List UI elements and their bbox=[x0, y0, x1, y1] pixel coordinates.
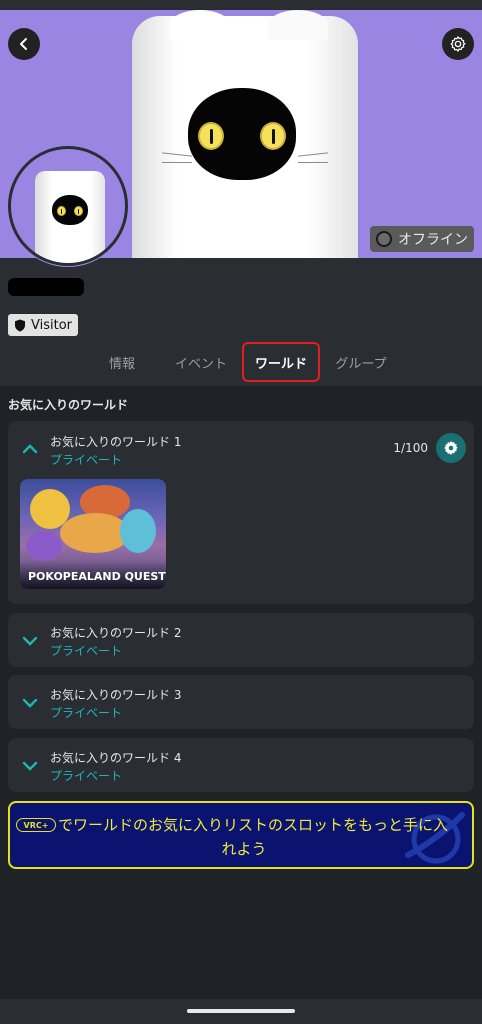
banner-avatar-image bbox=[132, 10, 358, 258]
world-card[interactable]: POKOPEALAND QUEST bbox=[20, 479, 166, 589]
status-label: オフライン bbox=[398, 232, 468, 248]
settings-gear-icon bbox=[444, 440, 458, 456]
trust-rank-badge: Visitor bbox=[8, 314, 78, 336]
favorite-group-title: お気に入りのワールド 4 bbox=[50, 751, 182, 765]
home-indicator[interactable] bbox=[187, 1009, 295, 1013]
favorite-group-visibility: プライベート bbox=[50, 706, 123, 720]
favorite-count: 1/100 bbox=[393, 441, 428, 455]
tab-events[interactable]: イベント bbox=[166, 342, 236, 382]
chevron-down-icon[interactable] bbox=[22, 697, 38, 709]
chevron-down-icon[interactable] bbox=[22, 760, 38, 772]
bottom-bar bbox=[0, 999, 482, 1024]
settings-button[interactable] bbox=[442, 28, 474, 60]
group-settings-button[interactable] bbox=[436, 433, 466, 463]
favorite-group-4[interactable]: お気に入りのワールド 4 プライベート bbox=[8, 738, 474, 792]
favorite-group-visibility: プライベート bbox=[50, 453, 123, 467]
shield-icon bbox=[15, 319, 25, 331]
profile-tabs: 情報 イベント ワールド グループ bbox=[0, 342, 482, 382]
chevron-down-icon[interactable] bbox=[22, 635, 38, 647]
tab-worlds[interactable]: ワールド bbox=[242, 342, 320, 382]
favorite-group-title: お気に入りのワールド 2 bbox=[50, 626, 182, 640]
username-redacted bbox=[8, 278, 84, 296]
favorite-group-3[interactable]: お気に入りのワールド 3 プライベート bbox=[8, 675, 474, 729]
rank-label: Visitor bbox=[31, 317, 72, 333]
back-icon bbox=[20, 38, 27, 50]
favorite-group-title[interactable]: お気に入りのワールド 1 bbox=[50, 433, 181, 450]
section-title: お気に入りのワールド bbox=[8, 398, 129, 412]
favorite-group-title: お気に入りのワールド 3 bbox=[50, 688, 182, 702]
status-badge: オフライン bbox=[370, 226, 474, 252]
tab-groups[interactable]: グループ bbox=[326, 342, 396, 382]
chevron-up-icon[interactable] bbox=[22, 443, 38, 455]
favorite-group-visibility: プライベート bbox=[50, 644, 123, 658]
favorite-group-2[interactable]: お気に入りのワールド 2 プライベート bbox=[8, 613, 474, 667]
tab-info[interactable]: 情報 bbox=[96, 342, 148, 382]
vrc-plus-badge: VRC+ bbox=[16, 818, 56, 832]
avatar[interactable] bbox=[8, 146, 128, 266]
favorite-group-1: お気に入りのワールド 1 プライベート 1/100 POKOPEALAND QU… bbox=[8, 421, 474, 604]
favorite-group-visibility: プライベート bbox=[50, 769, 123, 783]
offline-status-icon bbox=[376, 231, 392, 247]
status-strip bbox=[0, 0, 482, 10]
avatar-image bbox=[35, 171, 105, 263]
world-name: POKOPEALAND QUEST bbox=[20, 561, 166, 589]
settings-gear-icon bbox=[450, 36, 466, 52]
promo-text: でワールドのお気に入りリストのスロットをもっと手に入 れよう bbox=[58, 816, 449, 858]
profile-info: Visitor 情報 イベント ワールド グループ bbox=[0, 258, 482, 386]
vrc-plus-promo-banner[interactable]: VRC+ でワールドのお気に入りリストのスロットをもっと手に入 れよう bbox=[8, 801, 474, 869]
back-button[interactable] bbox=[8, 28, 40, 60]
cat-face bbox=[188, 88, 296, 180]
